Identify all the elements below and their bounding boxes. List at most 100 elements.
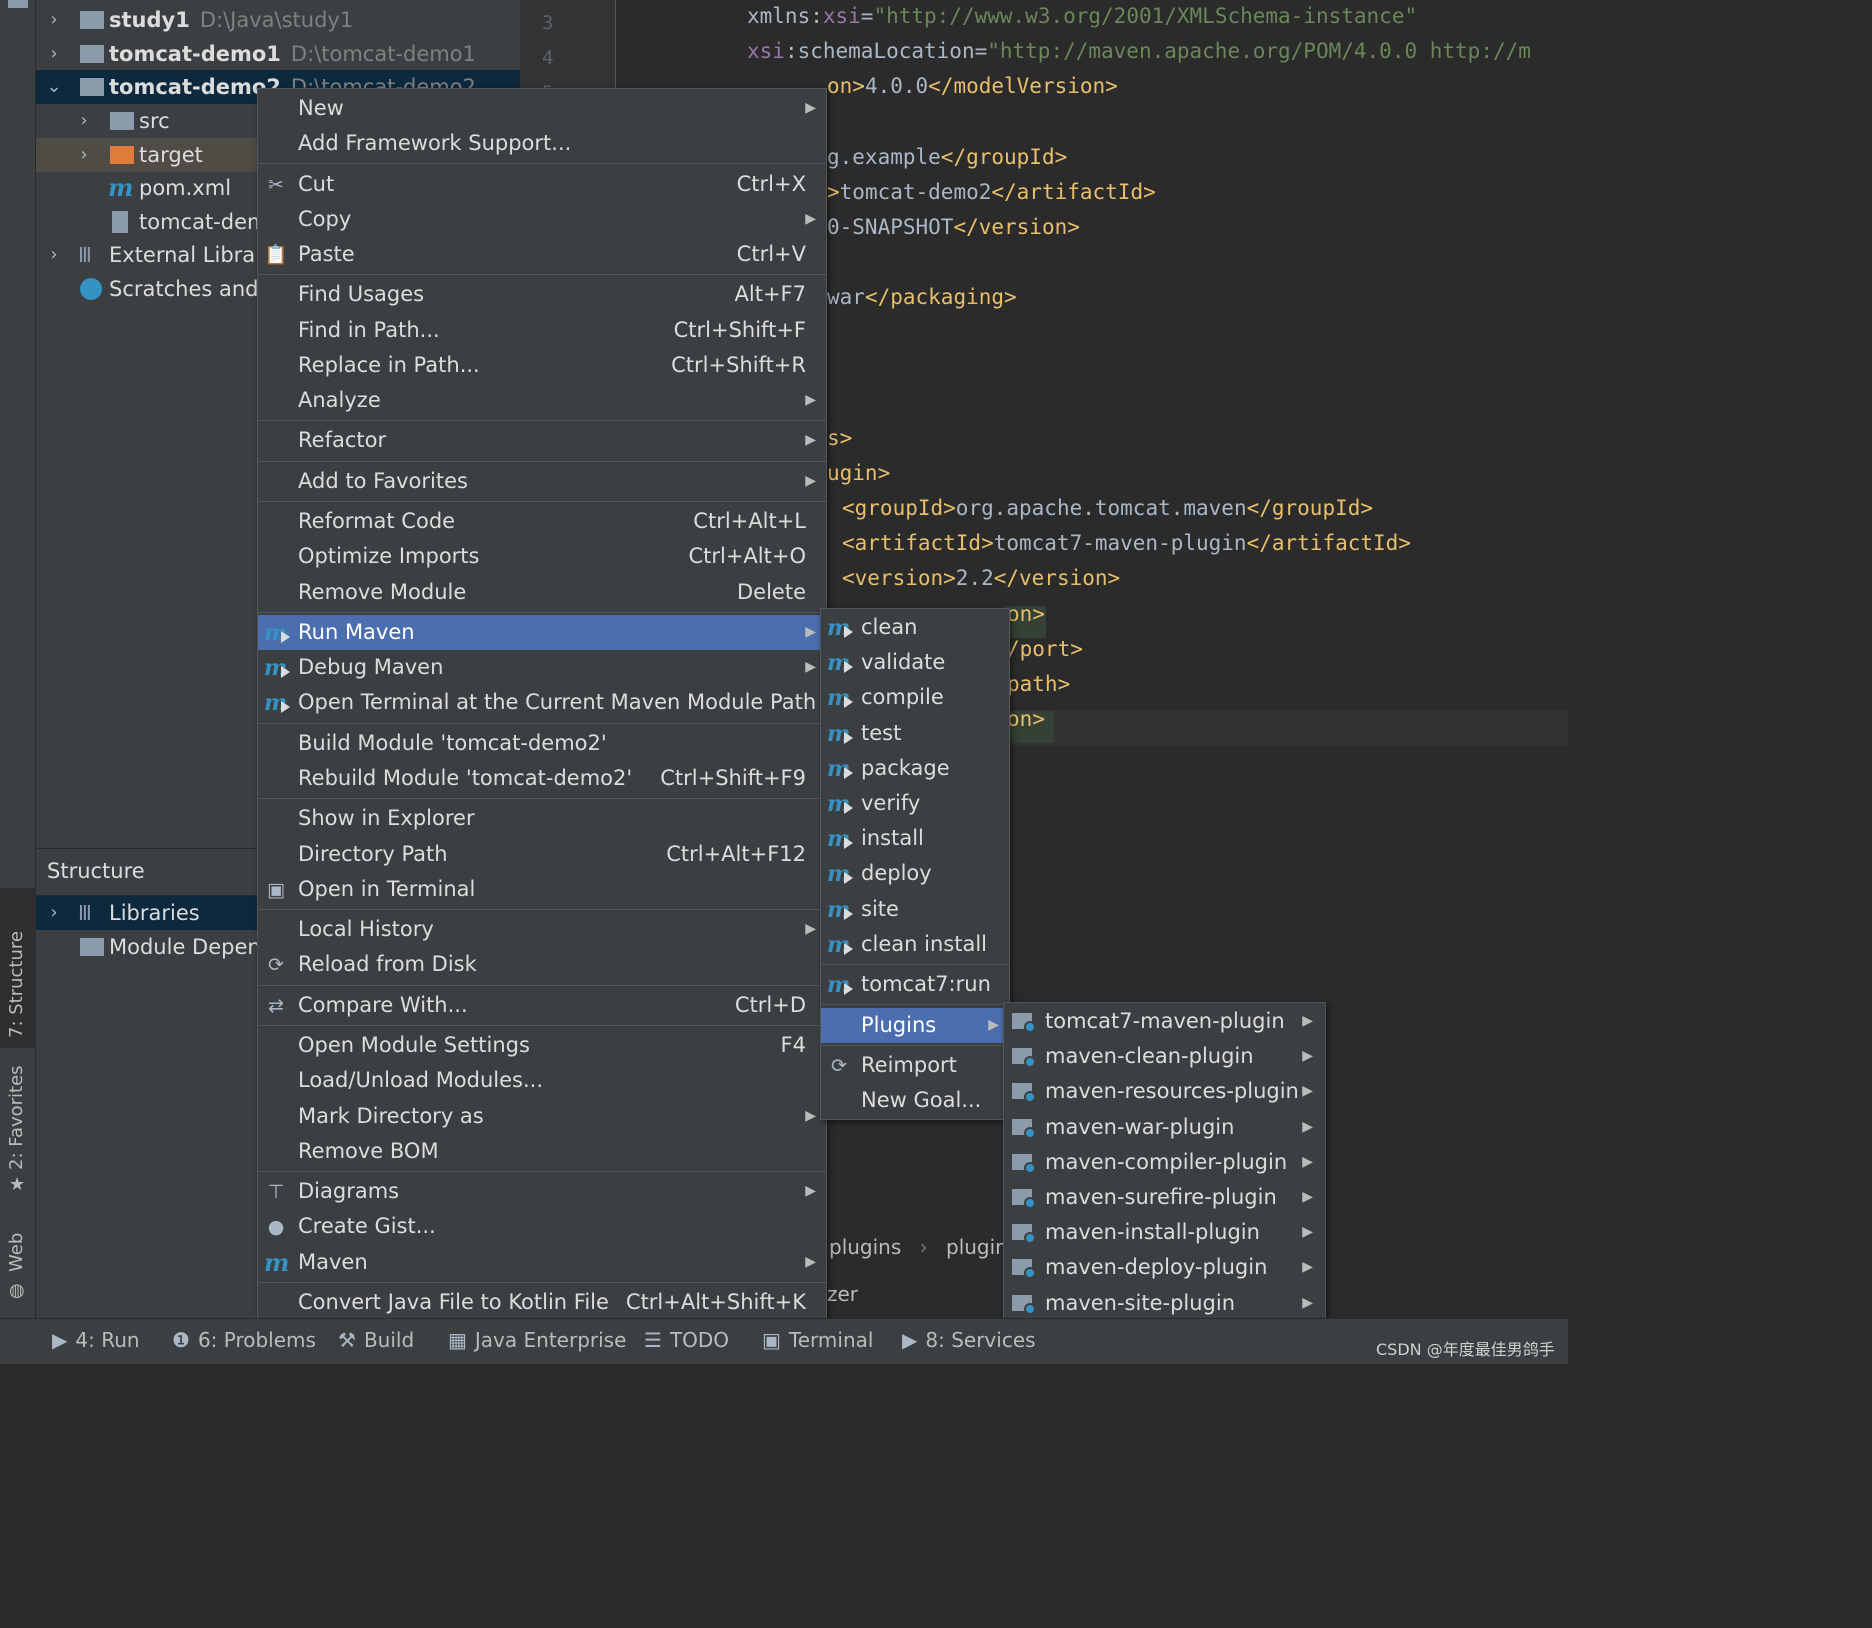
menu-item-directory-path[interactable]: Directory Path Ctrl+Alt+F12	[258, 837, 826, 872]
plugin-item-maven-resources-plugin[interactable]: maven-resources-plugin ▶	[1004, 1074, 1325, 1109]
tree-label: Libraries	[109, 901, 200, 925]
menu-item-add-to-favorites[interactable]: Add to Favorites ▶	[258, 464, 826, 499]
maven-goal-tomcat7-run[interactable]: m tomcat7:run	[821, 967, 1009, 1002]
tool-tab-todo[interactable]: ☰ TODO	[644, 1319, 729, 1365]
maven-goal-test[interactable]: m test	[821, 716, 1009, 751]
menu-item-analyze[interactable]: Analyze ▶	[258, 383, 826, 418]
maven-goal-compile[interactable]: m compile	[821, 680, 1009, 715]
menu-item-label: Run Maven	[298, 620, 415, 644]
maven-goal-validate[interactable]: m validate	[821, 645, 1009, 680]
maven-goal-plugins[interactable]: Plugins ▶	[821, 1007, 1009, 1043]
chevron-right-icon[interactable]: ›	[44, 37, 64, 71]
menu-separator	[258, 501, 826, 502]
web-tab[interactable]: Web ◍	[0, 1222, 36, 1312]
menu-item-label: Add Framework Support...	[298, 131, 572, 156]
menu-item-rebuild-module-tomcat-demo2[interactable]: Rebuild Module 'tomcat-demo2' Ctrl+Shift+…	[258, 761, 826, 796]
menu-item-load-unload-modules[interactable]: Load/Unload Modules...	[258, 1063, 826, 1098]
menu-item-open-terminal-at-the-current-maven-module-path[interactable]: m Open Terminal at the Current Maven Modu…	[258, 685, 826, 720]
code-line: xmlns:xsi="http://www.w3.org/2001/XMLSch…	[747, 4, 1417, 28]
menu-item-local-history[interactable]: Local History ▶	[258, 912, 826, 947]
run-maven-submenu: m clean m validate m compile m test m package m ver…	[820, 608, 1010, 1120]
menu-item-find-in-path[interactable]: Find in Path... Ctrl+Shift+F	[258, 313, 826, 348]
project-tab-icon[interactable]	[8, 0, 28, 8]
plugin-item-maven-site-plugin[interactable]: maven-site-plugin ▶	[1004, 1286, 1325, 1321]
tool-tab-build[interactable]: ⚒ Build	[338, 1319, 414, 1365]
maven-goal-clean[interactable]: m clean	[821, 610, 1009, 645]
tool-tab-terminal[interactable]: ▣ Terminal	[762, 1319, 873, 1365]
breadcrumb-item[interactable]: plugin	[946, 1235, 1008, 1259]
menu-item-optimize-imports[interactable]: Optimize Imports Ctrl+Alt+O	[258, 539, 826, 574]
chevron-right-icon[interactable]: ›	[44, 238, 64, 272]
plugin-item-maven-clean-plugin[interactable]: maven-clean-plugin ▶	[1004, 1039, 1325, 1074]
menu-item-debug-maven[interactable]: m Debug Maven ▶	[258, 650, 826, 685]
maven-goal-site[interactable]: m site	[821, 892, 1009, 927]
maven-goal-package[interactable]: m package	[821, 751, 1009, 786]
menu-item-add-framework-support[interactable]: Add Framework Support...	[258, 126, 826, 161]
maven-goal-install[interactable]: m install	[821, 821, 1009, 856]
menu-item-cut[interactable]: ✂ Cut Ctrl+X	[258, 167, 826, 202]
line-number: 4	[542, 47, 554, 69]
chevron-right-icon[interactable]: ›	[44, 896, 64, 930]
tool-tab-6-problems[interactable]: ❶ 6: Problems	[172, 1319, 316, 1365]
tool-tab-label: Build	[363, 1328, 415, 1352]
menu-item-remove-bom[interactable]: Remove BOM	[258, 1134, 826, 1169]
menu-item-label: Refactor	[298, 428, 387, 453]
plugin-item-maven-install-plugin[interactable]: maven-install-plugin ▶	[1004, 1215, 1325, 1250]
menu-item-build-module-tomcat-demo2[interactable]: Build Module 'tomcat-demo2'	[258, 726, 826, 761]
menu-item-reformat-code[interactable]: Reformat Code Ctrl+Alt+L	[258, 504, 826, 539]
plugins-submenu: tomcat7-maven-plugin ▶ maven-clean-plugin ▶…	[1003, 1002, 1326, 1320]
menu-item-remove-module[interactable]: Remove Module Delete	[258, 575, 826, 610]
chevron-right-icon[interactable]: ›	[74, 138, 94, 172]
tree-row-tomcat-demo1[interactable]: › tomcat-demo1 D:\tomcat-demo1	[36, 37, 520, 71]
menu-item-find-usages[interactable]: Find Usages Alt+F7	[258, 277, 826, 312]
maven-goal-reimport[interactable]: ⟳ Reimport	[821, 1048, 1009, 1083]
tool-tab-java-enterprise[interactable]: ▦ Java Enterprise	[448, 1319, 626, 1365]
chevron-right-icon[interactable]: ›	[74, 104, 94, 138]
structure-tab[interactable]: 7: Structure	[0, 888, 36, 1048]
menu-item-convert-java-file-to-kotlin-file[interactable]: Convert Java File to Kotlin File Ctrl+Alt…	[258, 1285, 826, 1320]
code-token: 4.0.0	[864, 74, 929, 98]
diagram-icon: ⊤	[267, 1181, 285, 1204]
menu-item-new[interactable]: New ▶	[258, 91, 826, 126]
chevron-right-icon[interactable]: ›	[44, 3, 64, 37]
menu-item-refactor[interactable]: Refactor ▶	[258, 423, 826, 458]
tool-tab-4-run[interactable]: ▶ 4: Run	[52, 1319, 140, 1365]
menu-item-maven[interactable]: m Maven ▶	[258, 1245, 826, 1280]
menu-item-copy[interactable]: Copy ▶	[258, 202, 826, 237]
code-token: xsi	[747, 39, 785, 63]
maven-goal-clean-install[interactable]: m clean install	[821, 927, 1009, 962]
structure-title: Structure	[47, 859, 145, 883]
menu-item-mark-directory-as[interactable]: Mark Directory as ▶	[258, 1099, 826, 1134]
plugin-item-maven-deploy-plugin[interactable]: maven-deploy-plugin ▶	[1004, 1250, 1325, 1285]
maven-goal-deploy[interactable]: m deploy	[821, 856, 1009, 891]
menu-item-replace-in-path[interactable]: Replace in Path... Ctrl+Shift+R	[258, 348, 826, 383]
menu-item-paste[interactable]: 📋 Paste Ctrl+V	[258, 237, 826, 272]
plugin-item-maven-war-plugin[interactable]: maven-war-plugin ▶	[1004, 1110, 1325, 1145]
plugin-item-maven-compiler-plugin[interactable]: maven-compiler-plugin ▶	[1004, 1145, 1325, 1180]
maven-goal-verify[interactable]: m verify	[821, 786, 1009, 821]
tool-tab-8-services[interactable]: ▶ 8: Services	[902, 1319, 1036, 1365]
plugin-item-tomcat7-maven-plugin[interactable]: tomcat7-maven-plugin ▶	[1004, 1004, 1325, 1039]
code-line: ugin>	[827, 461, 890, 485]
terminal-icon: ▣	[267, 878, 285, 901]
breadcrumb-item[interactable]: plugins	[829, 1235, 901, 1259]
menu-item-create-gist[interactable]: ● Create Gist...	[258, 1209, 826, 1244]
menu-item-diagrams[interactable]: ⊤ Diagrams ▶	[258, 1174, 826, 1209]
menu-item-run-maven[interactable]: m Run Maven ▶	[258, 615, 826, 650]
menu-item-shortcut: Ctrl+Shift+F	[673, 317, 806, 342]
tree-row-study1[interactable]: › study1 D:\Java\study1	[36, 3, 520, 37]
menu-item-label: maven-install-plugin	[1045, 1220, 1260, 1245]
watermark: CSDN @年度最佳男鸽手	[1376, 1340, 1555, 1359]
menu-item-shortcut: Ctrl+X	[736, 171, 806, 196]
menu-item-open-in-terminal[interactable]: ▣ Open in Terminal	[258, 872, 826, 907]
code-token: <artifactId>	[842, 531, 994, 555]
menu-item-open-module-settings[interactable]: Open Module Settings F4	[258, 1028, 826, 1063]
plugin-item-maven-surefire-plugin[interactable]: maven-surefire-plugin ▶	[1004, 1180, 1325, 1215]
maven-goal-new-goal[interactable]: New Goal...	[821, 1083, 1009, 1118]
menu-separator	[258, 1281, 826, 1283]
favorites-tab[interactable]: 2: Favorites ★	[0, 1060, 36, 1210]
menu-item-show-in-explorer[interactable]: Show in Explorer	[258, 801, 826, 836]
menu-item-compare-with[interactable]: ⇄ Compare With... Ctrl+D	[258, 988, 826, 1023]
chevron-down-icon[interactable]: ⌄	[44, 70, 64, 104]
menu-item-reload-from-disk[interactable]: ⟳ Reload from Disk	[258, 947, 826, 982]
